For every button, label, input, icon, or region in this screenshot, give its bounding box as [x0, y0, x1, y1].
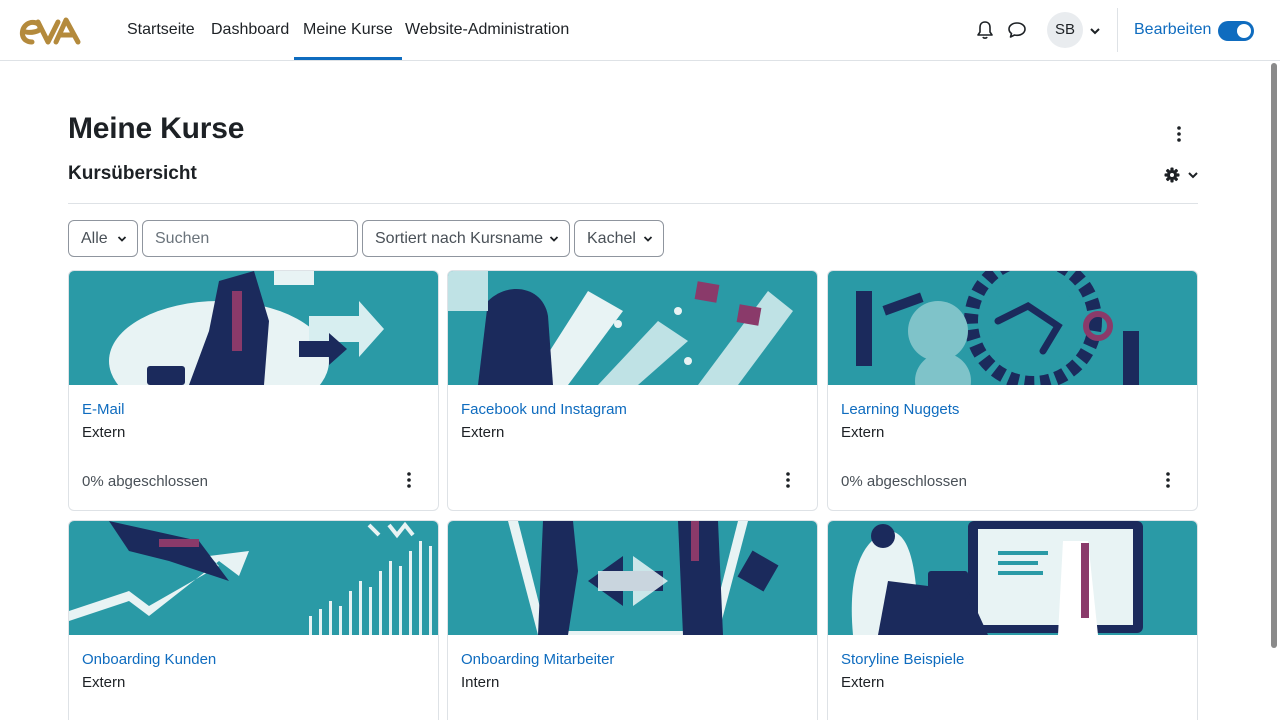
course-name-link[interactable]: Storyline Beispiele: [841, 651, 964, 668]
course-image[interactable]: [448, 271, 817, 385]
course-card[interactable]: Onboarding Mitarbeiter Intern: [447, 520, 818, 720]
sort-dropdown[interactable]: Sortiert nach Kursname: [362, 220, 570, 257]
course-name-link[interactable]: Onboarding Kunden: [82, 651, 216, 668]
grouping-dropdown[interactable]: Alle: [68, 220, 138, 257]
course-actions-kebab-icon[interactable]: [404, 471, 414, 489]
nav-dashboard[interactable]: Dashboard: [211, 0, 289, 60]
course-actions-kebab-icon[interactable]: [783, 471, 793, 489]
course-image[interactable]: [828, 521, 1197, 635]
chevron-down-icon: [549, 236, 559, 242]
section-divider: [68, 203, 1198, 204]
nav-meine-kurse[interactable]: Meine Kurse: [294, 0, 402, 60]
nav-startseite[interactable]: Startseite: [127, 0, 195, 60]
course-name-link[interactable]: Learning Nuggets: [841, 401, 959, 418]
grouping-dropdown-value: Alle: [81, 230, 108, 247]
course-category: Extern: [841, 424, 885, 441]
page-scrollbar[interactable]: [1268, 61, 1280, 720]
course-card[interactable]: Storyline Beispiele Extern: [827, 520, 1198, 720]
section-title: Kursübersicht: [68, 163, 197, 184]
course-category: Extern: [841, 674, 885, 691]
nav-website-administration[interactable]: Website-Administration: [405, 0, 569, 60]
course-card[interactable]: Onboarding Kunden Extern: [68, 520, 439, 720]
course-category: Extern: [82, 674, 126, 691]
page-actions-kebab-icon[interactable]: [1170, 124, 1188, 144]
course-image[interactable]: [69, 521, 438, 635]
course-card[interactable]: Learning Nuggets Extern 0% abgeschlossen: [827, 270, 1198, 511]
page-title: Meine Kurse: [68, 112, 245, 145]
top-navbar: Startseite Dashboard Meine Kurse Website…: [0, 0, 1280, 61]
edit-mode-toggle[interactable]: [1218, 21, 1254, 41]
course-actions-kebab-icon[interactable]: [1163, 471, 1173, 489]
course-name-link[interactable]: E-Mail: [82, 401, 125, 418]
course-search-input[interactable]: [142, 220, 358, 257]
course-category: Intern: [461, 674, 500, 691]
sort-dropdown-value: Sortiert nach Kursname: [375, 230, 544, 247]
course-image[interactable]: [448, 521, 817, 635]
bell-icon[interactable]: [973, 18, 997, 42]
eva-logo[interactable]: [18, 14, 82, 48]
chevron-down-icon: [643, 236, 653, 242]
navbar-divider: [1117, 8, 1118, 52]
course-name-link[interactable]: Facebook und Instagram: [461, 401, 627, 418]
course-category: Extern: [461, 424, 505, 441]
edit-mode-label[interactable]: Bearbeiten: [1134, 0, 1211, 60]
user-avatar[interactable]: SB: [1047, 12, 1083, 48]
chevron-down-icon[interactable]: [1089, 24, 1101, 36]
course-image[interactable]: [69, 271, 438, 385]
block-settings-gear-icon[interactable]: [1163, 165, 1199, 185]
course-card[interactable]: E-Mail Extern 0% abgeschlossen: [68, 270, 439, 511]
course-category: Extern: [82, 424, 126, 441]
chat-icon[interactable]: [1005, 18, 1029, 42]
course-progress-text: 0% abgeschlossen: [841, 473, 967, 490]
course-progress-text: 0% abgeschlossen: [82, 473, 208, 490]
chevron-down-icon: [117, 236, 127, 242]
view-dropdown-value: Kachel: [587, 230, 636, 247]
scrollbar-thumb[interactable]: [1271, 63, 1277, 648]
course-name-link[interactable]: Onboarding Mitarbeiter: [461, 651, 614, 668]
view-dropdown[interactable]: Kachel: [574, 220, 664, 257]
course-card[interactable]: Facebook und Instagram Extern: [447, 270, 818, 511]
course-image[interactable]: [828, 271, 1197, 385]
